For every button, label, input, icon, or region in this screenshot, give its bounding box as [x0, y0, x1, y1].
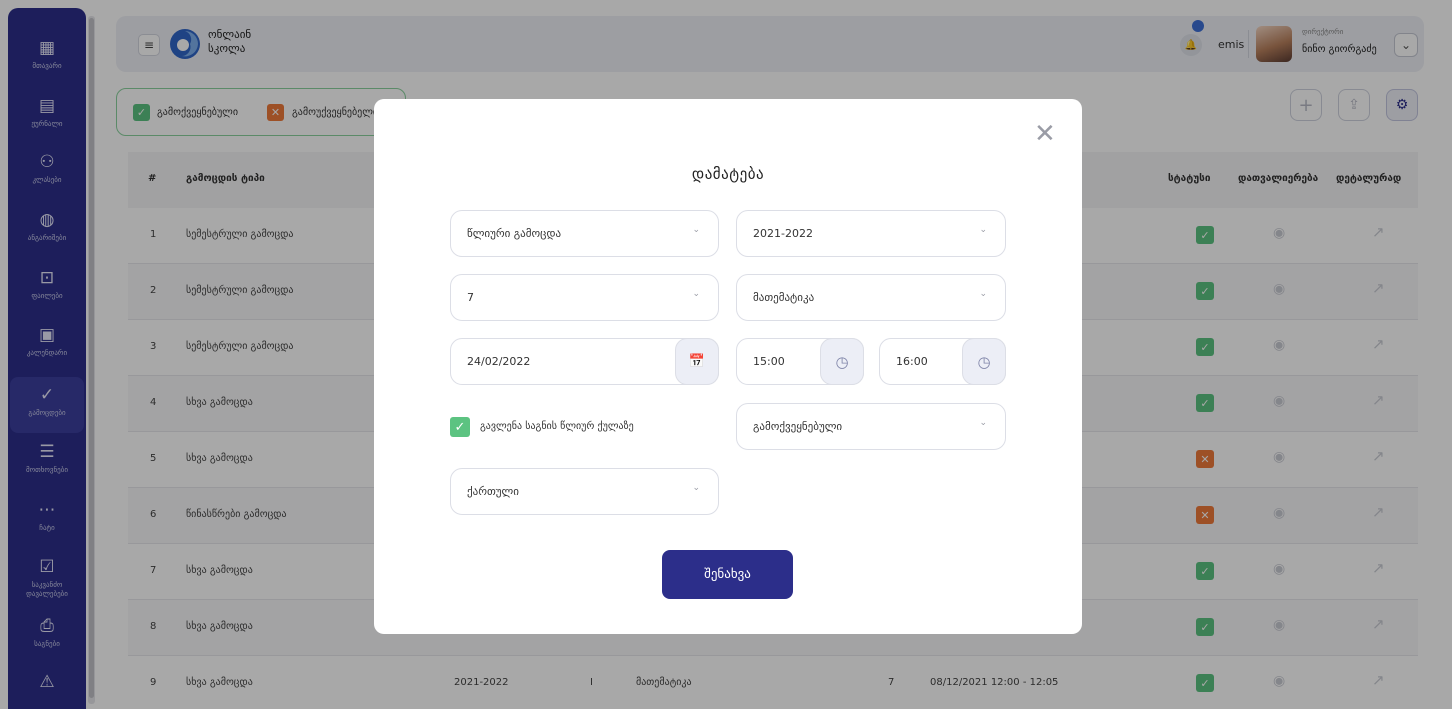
- date-picker-button[interactable]: 📅: [675, 338, 719, 385]
- exam-date-value: 24/02/2022: [467, 355, 531, 368]
- grade-value: 7: [467, 291, 474, 304]
- chevron-down-icon: ⌄: [979, 225, 987, 235]
- dialog-title: დამატება: [691, 165, 765, 183]
- affects-annual-grade-label: გავლენა საგნის წლიურ ქულაზე: [480, 421, 634, 432]
- publish-status-select[interactable]: გამოქვეყნებული ⌄: [736, 403, 1006, 450]
- exam-type-select[interactable]: წლიური გამოცდა ⌄: [450, 210, 719, 257]
- start-time-value: 15:00: [753, 355, 785, 368]
- calendar-icon: 📅: [688, 354, 706, 369]
- start-time-picker-button[interactable]: ◷: [820, 338, 864, 385]
- close-button[interactable]: ✕: [1034, 121, 1056, 147]
- end-time-value: 16:00: [896, 355, 928, 368]
- chevron-down-icon: ⌄: [692, 483, 700, 493]
- language-value: ქართული: [467, 485, 519, 498]
- end-time-picker-button[interactable]: ◷: [962, 338, 1006, 385]
- close-icon: ✕: [1034, 119, 1056, 149]
- add-exam-dialog: ✕ დამატება წლიური გამოცდა ⌄ 2021-2022 ⌄ …: [374, 99, 1082, 634]
- clock-icon: ◷: [977, 352, 991, 371]
- publish-status-value: გამოქვეყნებული: [753, 420, 843, 433]
- chevron-down-icon: ⌄: [979, 289, 987, 299]
- clock-icon: ◷: [835, 352, 849, 371]
- affects-annual-grade-checkbox[interactable]: ✓: [450, 417, 470, 437]
- chevron-down-icon: ⌄: [979, 418, 987, 428]
- grade-select[interactable]: 7 ⌄: [450, 274, 719, 321]
- end-time-input[interactable]: 16:00 ◷: [879, 338, 1006, 385]
- subject-value: მათემატიკა: [753, 291, 815, 304]
- subject-select[interactable]: მათემატიკა ⌄: [736, 274, 1006, 321]
- chevron-down-icon: ⌄: [692, 289, 700, 299]
- academic-year-value: 2021-2022: [753, 227, 813, 240]
- exam-type-value: წლიური გამოცდა: [467, 227, 562, 240]
- chevron-down-icon: ⌄: [692, 225, 700, 235]
- save-button[interactable]: შენახვა: [662, 550, 793, 599]
- language-select[interactable]: ქართული ⌄: [450, 468, 719, 515]
- exam-date-input[interactable]: 24/02/2022 📅: [450, 338, 719, 385]
- check-icon: ✓: [454, 419, 466, 435]
- academic-year-select[interactable]: 2021-2022 ⌄: [736, 210, 1006, 257]
- start-time-input[interactable]: 15:00 ◷: [736, 338, 864, 385]
